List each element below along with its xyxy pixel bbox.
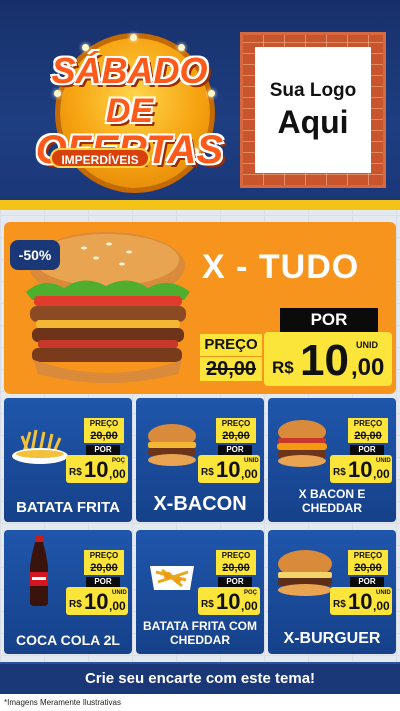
title-line-1: SÁBADO <box>51 50 208 91</box>
hero-old-price: 20,00 <box>200 357 262 381</box>
product-card[interactable]: PREÇO 20,00 POR R$ 10 UNID ,00 X-BACON <box>136 398 264 522</box>
currency: R$ <box>333 599 346 610</box>
hero-currency: R$ <box>272 358 294 377</box>
price-tag: R$ 10 UNID ,00 <box>330 587 392 615</box>
price-integer: 10 <box>348 589 373 614</box>
por-label: POR <box>350 577 384 587</box>
preco-label: PREÇO <box>216 550 256 561</box>
price-integer: 10 <box>84 457 109 482</box>
currency: R$ <box>201 467 214 478</box>
product-card[interactable]: PREÇO 20,00 POR R$ 10 UNID ,00 COCA COLA 2L <box>4 530 132 654</box>
preco-label: PREÇO <box>348 418 388 429</box>
logo-frame: Sua Logo Aqui <box>240 32 386 188</box>
product-card[interactable]: PREÇO 20,00 POR R$ 10 POÇ ,00 BATATA FRITA <box>4 398 132 522</box>
price-decimal: ,00 <box>241 599 258 613</box>
currency: R$ <box>69 599 82 610</box>
old-price: 20,00 <box>84 429 124 443</box>
preco-label: PREÇO <box>216 418 256 429</box>
logo-text-line2: Aqui <box>277 103 349 140</box>
old-price: 20,00 <box>216 429 256 443</box>
price-integer: 10 <box>216 457 241 482</box>
old-price: 20,00 <box>84 561 124 575</box>
price-tag: R$ 10 POÇ ,00 <box>66 455 128 483</box>
price-integer: 10 <box>348 457 373 482</box>
hero-unit: UNID <box>356 340 378 350</box>
product-image <box>274 418 330 473</box>
product-card[interactable]: PREÇO 20,00 POR R$ 10 POÇ ,00 BATATA FRITA COM … <box>136 530 264 654</box>
preco-label: PREÇO <box>84 418 124 429</box>
price-integer: 10 <box>216 589 241 614</box>
product-image <box>144 422 200 473</box>
hero-preco-label: PREÇO <box>200 334 262 356</box>
preco-label: PREÇO <box>348 550 388 561</box>
product-card[interactable]: PREÇO 20,00 POR R$ 10 UNID ,00 X-BURGUER <box>268 530 396 654</box>
old-price: 20,00 <box>216 561 256 575</box>
price-tag: R$ 10 POÇ ,00 <box>198 587 260 615</box>
disclaimer-text: *Imagens Meramente Ilustrativas <box>0 694 400 711</box>
hero-price-decimal: ,00 <box>351 354 385 381</box>
price-decimal: ,00 <box>373 599 390 613</box>
product-image <box>10 426 70 471</box>
unit-label: UNID <box>376 590 391 596</box>
subtitle-badge: IMPERDÍVEIS <box>50 148 150 168</box>
hero-price-tag: R$ 10 UNID ,00 <box>264 332 392 386</box>
price-decimal: ,00 <box>373 467 390 481</box>
por-label: POR <box>350 445 384 455</box>
old-price: 20,00 <box>348 429 388 443</box>
por-label: POR <box>218 577 252 587</box>
product-name: COCA COLA 2L <box>16 631 120 648</box>
cta-banner[interactable]: Crie seu encarte com este tema! <box>0 662 400 694</box>
product-name: BATATA FRITA COM CHEDDAR <box>143 619 257 648</box>
price-tag: R$ 10 UNID ,00 <box>330 455 392 483</box>
discount-badge: -50% <box>10 240 60 270</box>
price-tag: R$ 10 UNID ,00 <box>66 587 128 615</box>
old-price: 20,00 <box>348 561 388 575</box>
price-decimal: ,00 <box>109 599 126 613</box>
product-image <box>146 558 198 599</box>
currency: R$ <box>333 467 346 478</box>
logo-text-line1: Sua Logo <box>269 79 357 101</box>
product-card[interactable]: PREÇO 20,00 POR R$ 10 UNID ,00 X BACON E CHEDDA… <box>268 398 396 522</box>
currency: R$ <box>201 599 214 610</box>
product-name: X-BURGUER <box>283 629 381 647</box>
unit-label: UNID <box>376 458 391 464</box>
por-label: POR <box>218 445 252 455</box>
logo-placeholder[interactable]: Sua Logo Aqui <box>255 47 371 173</box>
unit-label: UNID <box>244 458 259 464</box>
product-name: X BACON E CHEDDAR <box>298 487 366 516</box>
hero-product-name: X - TUDO <box>202 248 360 286</box>
hero-por-label: POR <box>280 308 378 332</box>
product-image <box>24 536 54 611</box>
header-divider <box>0 200 400 210</box>
por-label: POR <box>86 445 120 455</box>
currency: R$ <box>69 467 82 478</box>
por-label: POR <box>86 577 120 587</box>
price-decimal: ,00 <box>109 467 126 481</box>
price-tag: R$ 10 UNID ,00 <box>198 455 260 483</box>
product-name: X-BACON <box>153 493 247 515</box>
product-name: BATATA FRITA <box>16 498 120 516</box>
header-banner: SÁBADO DE OFERTAS IMPERDÍVEIS Sua Logo A… <box>0 0 400 208</box>
price-decimal: ,00 <box>241 467 258 481</box>
product-image <box>274 548 336 603</box>
preco-label: PREÇO <box>84 550 124 561</box>
unit-label: POÇ <box>112 458 126 464</box>
unit-label: POÇ <box>244 590 258 596</box>
hero-price-integer: 10 <box>300 336 349 385</box>
unit-label: UNID <box>112 590 127 596</box>
price-integer: 10 <box>84 589 109 614</box>
title-line-2: DE <box>105 92 154 130</box>
